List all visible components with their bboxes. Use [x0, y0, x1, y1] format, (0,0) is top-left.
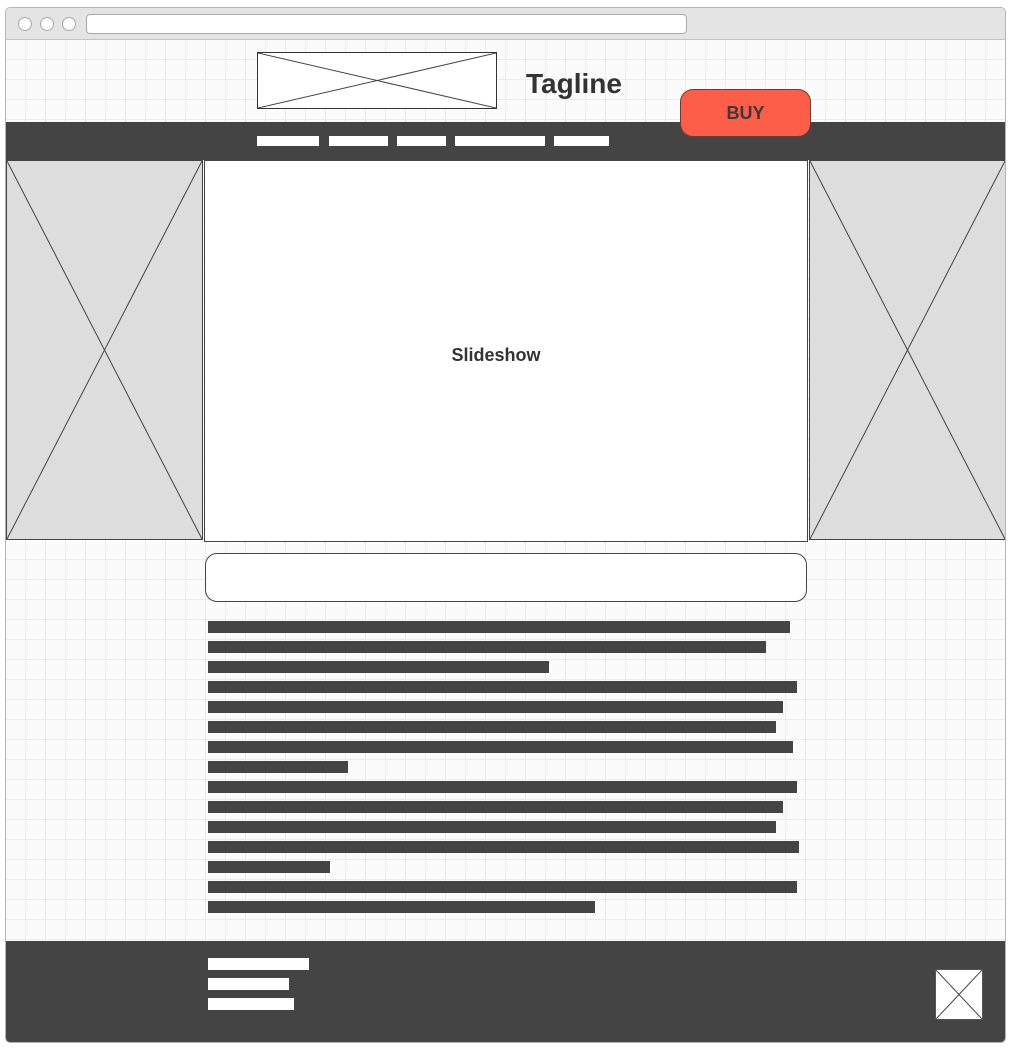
nav-bar: [6, 122, 1005, 160]
left-side-image[interactable]: [6, 160, 203, 540]
caption-box[interactable]: [205, 553, 807, 602]
footer-link[interactable]: [208, 958, 309, 970]
text-line: [208, 801, 783, 813]
text-line: [208, 901, 595, 913]
address-bar[interactable]: [86, 14, 687, 34]
nav-item[interactable]: [257, 136, 319, 146]
image-placeholder-icon: [258, 53, 496, 108]
nav-item[interactable]: [554, 136, 609, 146]
text-line: [208, 861, 330, 873]
text-line: [208, 701, 783, 713]
slideshow-label: Slideshow: [451, 344, 541, 365]
nav-item[interactable]: [397, 136, 446, 146]
nav-item[interactable]: [455, 136, 545, 146]
text-line: [208, 641, 766, 653]
footer: [6, 941, 1005, 1042]
nav-item[interactable]: [329, 136, 388, 146]
text-line: [208, 821, 776, 833]
browser-toolbar: [6, 8, 1005, 40]
text-line: [208, 621, 790, 633]
slideshow[interactable]: Slideshow: [204, 160, 808, 542]
text-line: [208, 761, 348, 773]
text-line: [208, 741, 793, 753]
text-line: [208, 681, 797, 693]
page-canvas: Tagline BUY Slideshow: [6, 40, 1005, 1042]
image-placeholder-icon: [7, 161, 202, 539]
text-line: [208, 721, 776, 733]
buy-button[interactable]: BUY: [680, 89, 811, 137]
image-placeholder-icon: [936, 970, 982, 1019]
text-line: [208, 841, 799, 853]
browser-window: Tagline BUY Slideshow: [5, 7, 1006, 1043]
close-window-button[interactable]: [18, 17, 32, 31]
logo-image[interactable]: [257, 52, 497, 109]
footer-link[interactable]: [208, 978, 289, 990]
right-side-image[interactable]: [809, 160, 1005, 540]
minimize-window-button[interactable]: [40, 17, 54, 31]
footer-link[interactable]: [208, 998, 294, 1010]
text-line: [208, 661, 549, 673]
image-placeholder-icon: [810, 161, 1005, 539]
footer-logo-image[interactable]: [935, 969, 983, 1020]
text-line: [208, 781, 797, 793]
text-line: [208, 881, 797, 893]
tagline: Tagline: [526, 68, 622, 99]
maximize-window-button[interactable]: [62, 17, 76, 31]
